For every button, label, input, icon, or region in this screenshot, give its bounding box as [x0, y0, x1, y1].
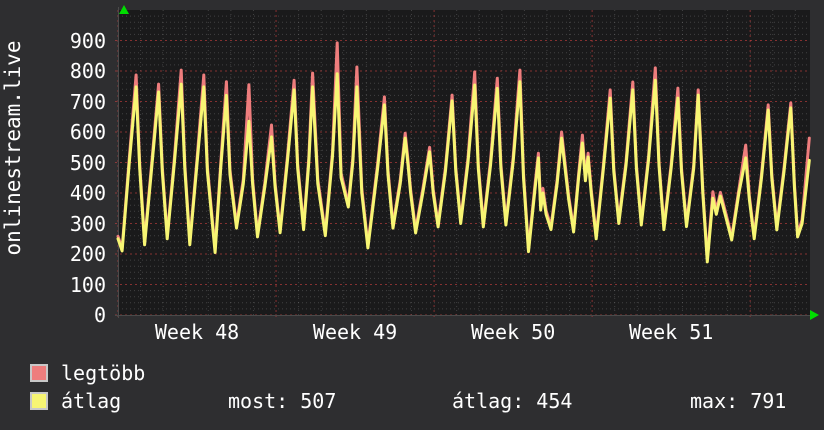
legend-swatch-atlag	[30, 392, 48, 410]
y-tick-label: 800	[69, 59, 106, 83]
legend-item-atlag: átlag	[30, 389, 121, 413]
monitoring-graph: onlinestream.live 0 100 200 300 400 500 600 700…	[0, 0, 824, 430]
y-tick-label: 0	[93, 303, 106, 327]
x-axis-week-label: Week 49	[312, 320, 398, 344]
y-tick-label: 100	[69, 272, 106, 297]
y-axis-title: onlinestream.live	[1, 40, 25, 256]
legend-label-atlag: átlag	[61, 389, 122, 413]
y-tick-label: 900	[69, 28, 106, 53]
y-tick-label: 300	[69, 211, 106, 236]
y-axis-arrow-icon	[119, 5, 129, 14]
legend-item-legtobb: legtöbb	[30, 361, 145, 385]
y-tick-label: 200	[69, 242, 106, 266]
legend-label-legtobb: legtöbb	[61, 361, 146, 385]
stat-average: átlag: 454	[452, 389, 573, 413]
stat-maximum: max: 791	[690, 389, 787, 413]
x-axis-week-label: Week 48	[154, 320, 240, 344]
x-axis-arrow-icon	[810, 310, 819, 320]
y-tick-label: 500	[69, 150, 106, 175]
legend-swatch-legtobb	[30, 364, 48, 382]
y-tick-label: 700	[69, 89, 106, 114]
y-tick-label: 600	[69, 120, 106, 144]
y-tick-label: 400	[69, 181, 106, 205]
x-axis-week-label: Week 50	[470, 320, 556, 344]
stat-current: most: 507	[228, 389, 337, 413]
x-axis-week-label: Week 51	[628, 320, 714, 344]
